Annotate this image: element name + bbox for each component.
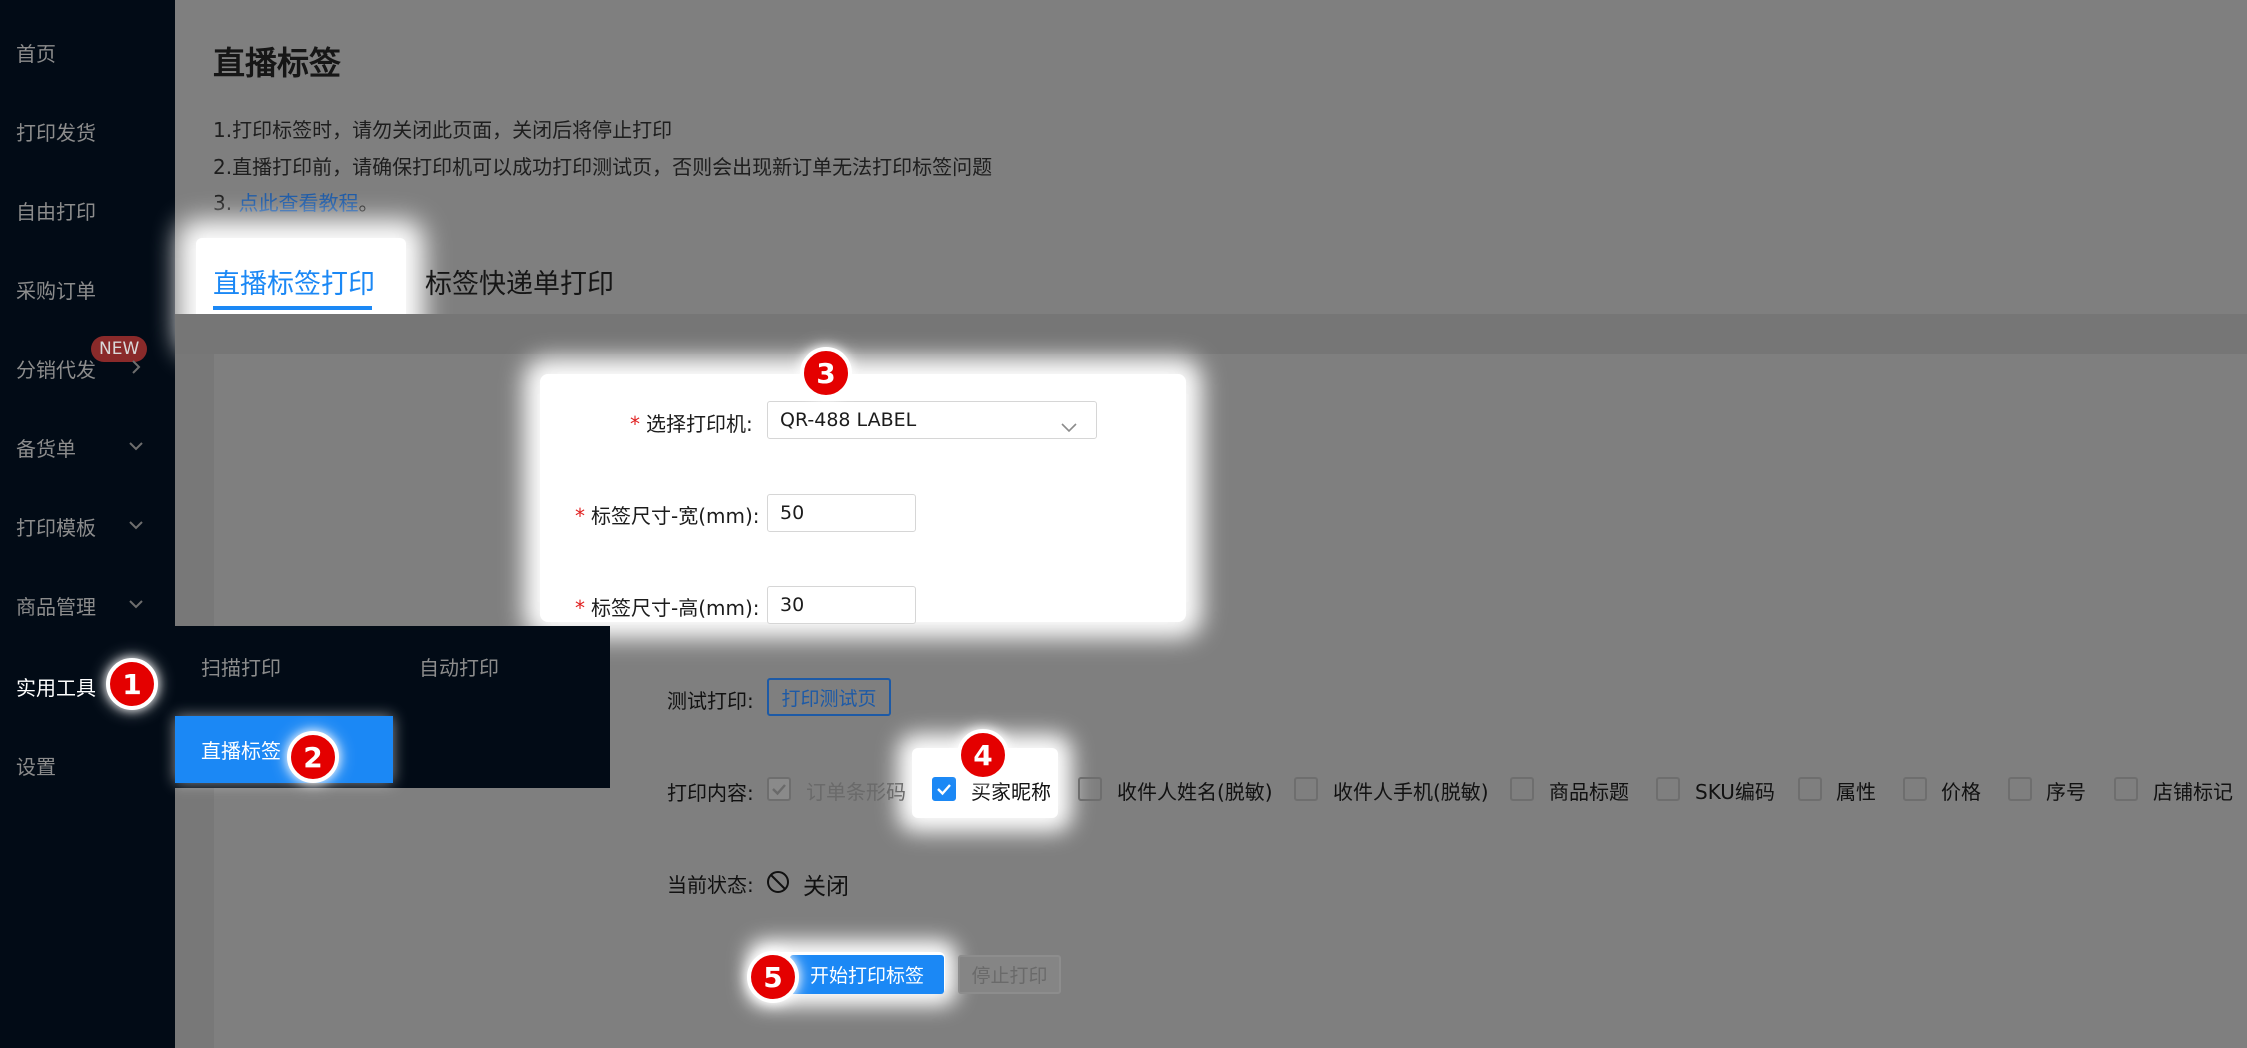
chevron-down-icon xyxy=(1060,412,1078,433)
step-marker-1: 1 xyxy=(106,658,158,710)
checkbox-label: 序号 xyxy=(2046,780,2086,804)
sidebar-item-label: 实用工具 xyxy=(16,675,96,700)
print-content-label: 打印内容: xyxy=(667,781,754,805)
tab-live-label-print[interactable]: 直播标签打印 xyxy=(213,262,375,301)
checkbox-recipient-phone[interactable] xyxy=(1294,777,1318,801)
notice-line-3: 3. 点此查看教程。 xyxy=(213,187,378,216)
step-marker-4: 4 xyxy=(957,729,1009,781)
chevron-down-icon xyxy=(127,595,145,613)
print-test-page-button[interactable]: 打印测试页 xyxy=(767,678,891,716)
printer-label: * 选择打印机: xyxy=(630,412,753,436)
current-status-label: 当前状态: xyxy=(667,873,754,897)
tab-divider xyxy=(175,314,2247,354)
tab-active-underline xyxy=(213,306,372,310)
sidebar-item-purchase-order[interactable]: 采购订单 xyxy=(0,259,175,319)
test-print-label: 测试打印: xyxy=(667,689,754,713)
sidebar-item-print-template[interactable]: 打印模板 xyxy=(0,496,175,556)
tab-label-express-print[interactable]: 标签快递单打印 xyxy=(425,262,614,301)
height-label: * 标签尺寸-高(mm): xyxy=(575,596,760,620)
sidebar: 首页 打印发货 自由打印 采购订单 分销代发 NEW 备货单 打印模板 商品管理… xyxy=(0,0,175,1048)
submenu-item-scan-print[interactable]: 扫描打印 xyxy=(201,652,281,681)
tutorial-link[interactable]: 点此查看教程 xyxy=(238,191,358,215)
sidebar-item-label: 采购订单 xyxy=(16,278,96,303)
sidebar-item-label: 首页 xyxy=(16,41,56,66)
step-marker-2: 2 xyxy=(287,731,339,783)
submenu-item-auto-print[interactable]: 自动打印 xyxy=(419,652,499,681)
notice-suffix: 。 xyxy=(358,191,379,215)
checkbox-buyer-nickname[interactable] xyxy=(932,777,956,801)
checkbox-label: 订单条形码 xyxy=(806,780,906,804)
sidebar-item-settings[interactable]: 设置 xyxy=(0,735,175,795)
chevron-right-icon xyxy=(127,358,145,376)
sidebar-item-label: 打印模板 xyxy=(16,515,96,540)
checkbox-label: 属性 xyxy=(1836,780,1876,804)
sidebar-item-label: 商品管理 xyxy=(16,594,96,619)
sidebar-item-home[interactable]: 首页 xyxy=(0,22,175,82)
chevron-down-icon xyxy=(127,437,145,455)
page-title: 直播标签 xyxy=(213,44,342,82)
sidebar-item-free-print[interactable]: 自由打印 xyxy=(0,180,175,240)
tools-submenu: 扫描打印 自动打印 直播标签 xyxy=(175,626,610,788)
checkbox-label: SKU编码 xyxy=(1695,780,1775,804)
chevron-down-icon xyxy=(127,516,145,534)
step-marker-3: 3 xyxy=(800,347,852,399)
checkbox-label: 收件人手机(脱敏) xyxy=(1333,780,1489,804)
sidebar-item-print-ship[interactable]: 打印发货 xyxy=(0,101,175,161)
notice-prefix: 3. xyxy=(213,191,239,215)
status-value: 关闭 xyxy=(803,874,849,900)
checkbox-label: 店铺标记 xyxy=(2153,780,2233,804)
sidebar-item-stock-list[interactable]: 备货单 xyxy=(0,417,175,477)
sidebar-item-label: 分销代发 xyxy=(16,357,96,382)
checkbox-serial-number[interactable] xyxy=(2008,777,2032,801)
checkbox-price[interactable] xyxy=(1903,777,1927,801)
sidebar-item-product-management[interactable]: 商品管理 xyxy=(0,575,175,635)
label-width-input[interactable]: 50 xyxy=(767,494,916,532)
checkbox-label: 价格 xyxy=(1941,780,1981,804)
checkbox-sku-code[interactable] xyxy=(1656,777,1680,801)
checkbox-label: 收件人姓名(脱敏) xyxy=(1117,780,1273,804)
printer-value: QR-488 LABEL xyxy=(780,409,917,431)
checkbox-attribute[interactable] xyxy=(1798,777,1822,801)
checkbox-shop-mark[interactable] xyxy=(2114,777,2138,801)
sidebar-item-label: 设置 xyxy=(16,754,56,779)
sidebar-item-label: 打印发货 xyxy=(16,120,96,145)
sidebar-item-label: 备货单 xyxy=(16,436,76,461)
sidebar-item-distribution[interactable]: 分销代发 NEW xyxy=(0,336,175,398)
notice-line-1: 1.打印标签时，请勿关闭此页面，关闭后将停止打印 xyxy=(213,118,673,142)
sidebar-item-label: 自由打印 xyxy=(16,199,96,224)
stop-print-button: 停止打印 xyxy=(958,955,1061,994)
checkbox-label: 商品标题 xyxy=(1549,780,1629,804)
notice-line-2: 2.直播打印前，请确保打印机可以成功打印测试页，否则会出现新订单无法打印标签问题 xyxy=(213,155,993,179)
width-label: * 标签尺寸-宽(mm): xyxy=(575,504,760,528)
printer-select[interactable]: QR-488 LABEL xyxy=(767,401,1097,439)
step-marker-5: 5 xyxy=(747,951,799,1003)
checkbox-recipient-name[interactable] xyxy=(1078,777,1102,801)
checkbox-product-title[interactable] xyxy=(1510,777,1534,801)
submenu-item-live-label[interactable]: 直播标签 xyxy=(175,716,393,783)
checkbox-order-barcode xyxy=(767,777,791,801)
start-print-label-button[interactable]: 开始打印标签 xyxy=(790,955,944,994)
label-height-input[interactable]: 30 xyxy=(767,586,916,624)
prohibited-icon xyxy=(766,870,790,894)
